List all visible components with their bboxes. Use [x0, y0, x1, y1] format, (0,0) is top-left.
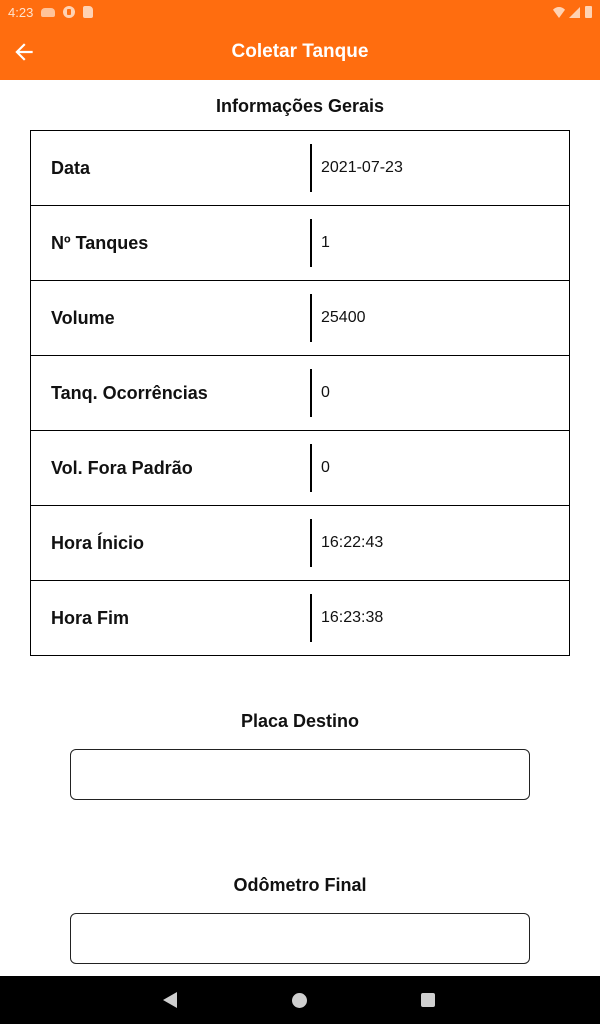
- arrow-left-icon: [15, 43, 33, 61]
- wifi-icon: [551, 6, 567, 18]
- row-divider: [310, 519, 312, 567]
- system-nav-bar: [0, 976, 600, 1024]
- info-value: 16:23:38: [321, 609, 384, 626]
- general-info-table: Data 2021-07-23 Nº Tanques 1 Volume 2540…: [30, 130, 570, 656]
- status-bar: 4:23: [0, 0, 600, 24]
- info-label: Nº Tanques: [51, 232, 149, 253]
- info-label: Hora Fim: [51, 607, 130, 628]
- placa-destino-label: Placa Destino: [240, 711, 360, 731]
- row-divider: [310, 219, 312, 267]
- notification-icon: [63, 6, 76, 18]
- odometro-final-input[interactable]: [70, 913, 530, 964]
- nav-home-icon[interactable]: [292, 993, 307, 1008]
- nav-recent-apps-icon[interactable]: [421, 993, 435, 1007]
- battery-icon: [585, 6, 592, 18]
- row-divider: [310, 594, 312, 642]
- info-value: 16:22:43: [321, 534, 384, 551]
- row-divider: [310, 144, 312, 192]
- info-row-hora-fim: Hora Fim 16:23:38: [31, 581, 569, 655]
- info-label: Data: [51, 157, 91, 178]
- row-divider: [310, 444, 312, 492]
- app-bar: Coletar Tanque: [0, 24, 600, 80]
- nav-back-icon[interactable]: [163, 992, 177, 1008]
- info-row-ocorrencias: Tanq. Ocorrências 0: [31, 356, 569, 431]
- info-row-volume: Volume 25400: [31, 281, 569, 356]
- status-right: [551, 6, 592, 18]
- info-value: 1: [321, 234, 330, 251]
- info-row-hora-inicio: Hora Ínicio 16:22:43: [31, 506, 569, 581]
- status-time: 4:23: [8, 4, 34, 20]
- info-value: 2021-07-23: [321, 159, 403, 176]
- info-row-vol-fora-padrao: Vol. Fora Padrão 0: [31, 431, 569, 506]
- info-row-data: Data 2021-07-23: [31, 131, 569, 206]
- info-label: Hora Ínicio: [51, 532, 145, 553]
- status-left: 4:23: [8, 4, 94, 20]
- page-title: Coletar Tanque: [231, 41, 369, 62]
- info-value: 0: [321, 459, 330, 476]
- info-value: 0: [321, 384, 330, 401]
- message-icon: [41, 7, 56, 17]
- sim-card-icon: [83, 6, 94, 18]
- row-divider: [310, 369, 312, 417]
- info-label: Tanq. Ocorrências: [51, 382, 208, 403]
- placa-destino-input[interactable]: [70, 749, 530, 800]
- info-row-tanques: Nº Tanques 1: [31, 206, 569, 281]
- info-value: 25400: [321, 309, 366, 326]
- back-button[interactable]: [8, 36, 40, 68]
- odometro-final-label: Odômetro Final: [233, 875, 367, 895]
- row-divider: [310, 294, 312, 342]
- info-label: Volume: [51, 307, 115, 328]
- info-label: Vol. Fora Padrão: [51, 457, 193, 478]
- general-info-title: Informações Gerais: [215, 96, 385, 116]
- signal-icon: [569, 6, 580, 18]
